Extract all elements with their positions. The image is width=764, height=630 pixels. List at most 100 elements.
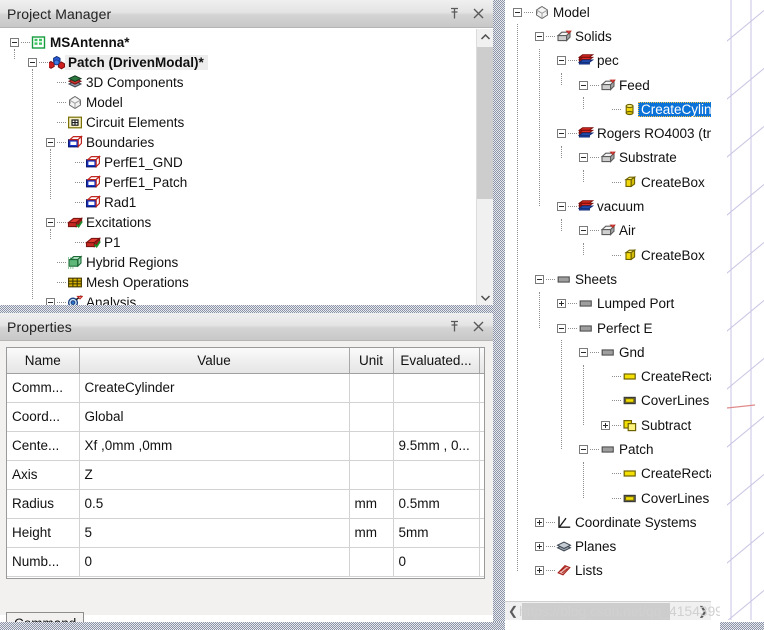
model-tree[interactable]: Model Solids pecFeed CreateCylinde Rogers RO…: [505, 0, 711, 598]
expander-minus-icon[interactable]: [511, 2, 524, 22]
properties-row[interactable]: Coord... Global: [7, 402, 484, 432]
tree-item-patch-drivenmodal[interactable]: Patch (DrivenModal)*: [0, 52, 475, 72]
tree-item-substrate[interactable]: Substrate: [505, 146, 711, 170]
tree-item-perfe1-gnd[interactable]: PerfE1_GND: [0, 152, 475, 172]
scroll-right-icon[interactable]: ❯: [695, 604, 711, 618]
cell-unit[interactable]: [349, 373, 394, 403]
tree-item-air[interactable]: Air: [505, 219, 711, 243]
cell-value[interactable]: 0.5: [79, 489, 350, 519]
tree-item-feed[interactable]: Feed: [505, 73, 711, 97]
auto-hide-pin-icon[interactable]: [447, 7, 461, 21]
cell-evaluated[interactable]: [393, 402, 480, 432]
tree-item-excitations[interactable]: Excitations: [0, 212, 475, 232]
expander-minus-icon[interactable]: [555, 318, 568, 338]
expander-minus-icon[interactable]: [533, 26, 546, 46]
expander-plus-icon[interactable]: [533, 561, 546, 581]
column-header-value[interactable]: Value: [79, 348, 350, 374]
tree-item-msantenna[interactable]: MSAntenna*: [0, 32, 475, 52]
expander-minus-icon[interactable]: [533, 269, 546, 289]
close-icon[interactable]: [471, 7, 485, 21]
cell-name[interactable]: Comm...: [7, 373, 80, 403]
properties-row[interactable]: Cente... Xf ,0mm ,0mm 9.5mm , 0...: [7, 431, 484, 461]
tree-item-patch[interactable]: Patch: [505, 437, 711, 461]
expander-minus-icon[interactable]: [577, 221, 590, 241]
tree-item-createbox[interactable]: CreateBox: [505, 243, 711, 267]
expander-minus-icon[interactable]: [577, 439, 590, 459]
tree-item-perfe1-patch[interactable]: PerfE1_Patch: [0, 172, 475, 192]
expander-minus-icon[interactable]: [555, 124, 568, 144]
tree-item-vacuum[interactable]: vacuum: [505, 194, 711, 218]
tree-item-analysis[interactable]: Analysis: [0, 292, 475, 305]
cell-evaluated[interactable]: [393, 373, 480, 403]
project-tree[interactable]: MSAntenna* Patch (DrivenModal)* 3D Compone…: [0, 29, 475, 305]
tree-item-sheets[interactable]: Sheets: [505, 267, 711, 291]
tree-item-rogers-ro4003-tm[interactable]: Rogers RO4003 (tm: [505, 121, 711, 145]
cell-name[interactable]: Radius: [7, 489, 80, 519]
tree-item-boundaries[interactable]: Boundaries: [0, 132, 475, 152]
cell-evaluated[interactable]: 9.5mm , 0...: [393, 431, 480, 461]
tree-item-lists[interactable]: Lists: [505, 559, 711, 583]
cell-name[interactable]: Coord...: [7, 402, 80, 432]
expander-minus-icon[interactable]: [577, 148, 590, 168]
tree-item-planes[interactable]: Planes: [505, 535, 711, 559]
expander-plus-icon[interactable]: [599, 415, 612, 435]
cell-evaluated[interactable]: 0.5mm: [393, 489, 480, 519]
cell-name[interactable]: Numb...: [7, 547, 80, 577]
expander-minus-icon[interactable]: [555, 51, 568, 71]
tree-item-createcylinde[interactable]: CreateCylinde: [505, 97, 711, 121]
expander-plus-icon[interactable]: [555, 294, 568, 314]
tree-item-coordinate-systems[interactable]: Coordinate Systems: [505, 510, 711, 534]
cell-value[interactable]: Xf ,0mm ,0mm: [79, 431, 350, 461]
column-header-unit[interactable]: Unit: [349, 348, 394, 374]
properties-row[interactable]: Radius 0.5 mm 0.5mm: [7, 489, 484, 519]
hscrollbar-thumb[interactable]: [522, 602, 670, 620]
3d-viewport[interactable]: [727, 0, 764, 620]
cell-unit[interactable]: [349, 431, 394, 461]
tree-item-createbox[interactable]: CreateBox: [505, 170, 711, 194]
scrollbar-thumb[interactable]: [477, 47, 493, 199]
expander-minus-icon[interactable]: [44, 292, 57, 305]
tree-item-model[interactable]: Model: [505, 0, 711, 24]
tree-item-lumped-port[interactable]: Lumped Port: [505, 292, 711, 316]
tree-item-hybrid-regions[interactable]: Hybrid Regions: [0, 252, 475, 272]
tree-item-rad1[interactable]: Rad1: [0, 192, 475, 212]
cell-unit[interactable]: mm: [349, 518, 394, 548]
tree-item-pec[interactable]: pec: [505, 49, 711, 73]
properties-row[interactable]: Numb... 0 0: [7, 547, 484, 577]
properties-row[interactable]: Comm... CreateCylinder: [7, 373, 484, 403]
cell-value[interactable]: Global: [79, 402, 350, 432]
cell-evaluated[interactable]: [393, 460, 480, 490]
cell-value[interactable]: 5: [79, 518, 350, 548]
expander-minus-icon[interactable]: [577, 75, 590, 95]
tree-item-createrectan[interactable]: CreateRectan: [505, 364, 711, 388]
cell-name[interactable]: Cente...: [7, 431, 80, 461]
cell-evaluated[interactable]: 5mm: [393, 518, 480, 548]
expander-minus-icon[interactable]: [555, 197, 568, 217]
properties-row[interactable]: Height 5 mm 5mm: [7, 518, 484, 548]
auto-hide-pin-icon[interactable]: [447, 320, 461, 334]
project-tree-scrollbar[interactable]: [476, 29, 493, 305]
scroll-up-icon[interactable]: [477, 29, 493, 46]
cell-value[interactable]: CreateCylinder: [79, 373, 350, 403]
properties-table-body[interactable]: Comm... CreateCylinder Coord... Global Cente…: [7, 373, 484, 577]
tree-item-mesh-operations[interactable]: Mesh Operations: [0, 272, 475, 292]
cell-name[interactable]: Axis: [7, 460, 80, 490]
tree-item-coverlines[interactable]: CoverLines: [505, 486, 711, 510]
cell-name[interactable]: Height: [7, 518, 80, 548]
tree-item-gnd[interactable]: Gnd: [505, 340, 711, 364]
tree-item-solids[interactable]: Solids: [505, 24, 711, 48]
tree-item-createrectan[interactable]: CreateRectan: [505, 462, 711, 486]
tree-item-p1[interactable]: P1: [0, 232, 475, 252]
cell-value[interactable]: Z: [79, 460, 350, 490]
scroll-down-icon[interactable]: [477, 289, 493, 305]
cell-unit[interactable]: [349, 460, 394, 490]
horizontal-splitter[interactable]: [0, 305, 493, 313]
cell-unit[interactable]: [349, 402, 394, 432]
tree-item-circuit-elements[interactable]: Circuit Elements: [0, 112, 475, 132]
expander-plus-icon[interactable]: [533, 537, 546, 557]
properties-row[interactable]: Axis Z: [7, 460, 484, 490]
vertical-splitter[interactable]: [493, 0, 505, 630]
column-header-name[interactable]: Name: [7, 348, 80, 374]
cell-evaluated[interactable]: 0: [393, 547, 480, 577]
cell-unit[interactable]: mm: [349, 489, 394, 519]
